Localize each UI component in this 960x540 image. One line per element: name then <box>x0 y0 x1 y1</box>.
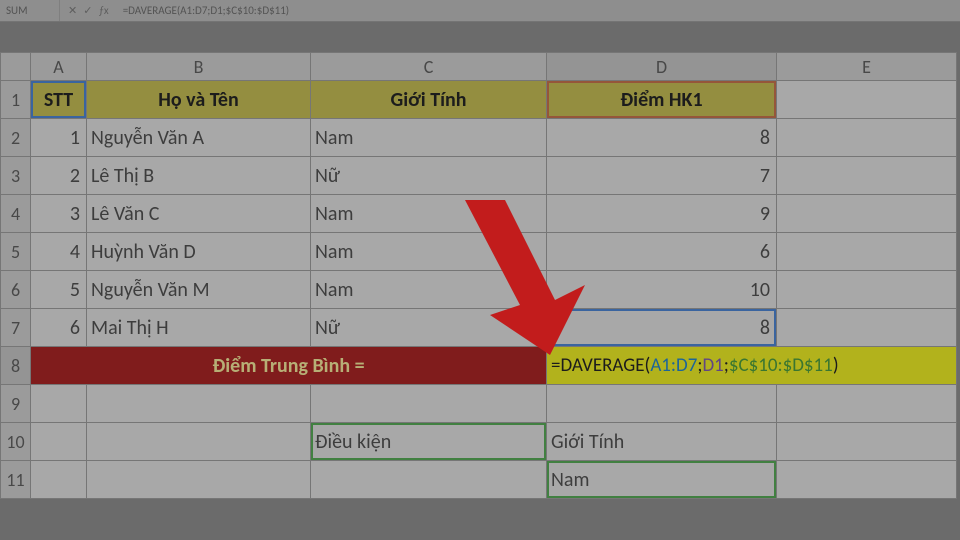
cell-B2[interactable]: Nguyễn Văn A <box>87 119 311 157</box>
formula-bar: SUM ✕ ✓ ƒx =DAVERAGE(A1:D7;D1;$C$10:$D$1… <box>0 0 960 22</box>
cell-A9[interactable] <box>31 385 87 423</box>
cell-D4[interactable]: 9 <box>547 195 777 233</box>
row-header-10[interactable]: 10 <box>1 423 31 461</box>
row-header-2[interactable]: 2 <box>1 119 31 157</box>
cell-A11[interactable] <box>31 461 87 499</box>
spreadsheet-grid[interactable]: A B C D E 1 STT Họ và Tên Giới Tính Điểm… <box>0 52 960 540</box>
cell-E10[interactable] <box>777 423 957 461</box>
cell-B4[interactable]: Lê Văn C <box>87 195 311 233</box>
cell-C5[interactable]: Nam <box>311 233 547 271</box>
enter-icon[interactable]: ✓ <box>83 4 92 17</box>
cell-E6[interactable] <box>777 271 957 309</box>
col-header-B[interactable]: B <box>87 53 311 81</box>
cell-E1[interactable] <box>777 81 957 119</box>
formula-range2: D1 <box>702 354 723 377</box>
row-header-6[interactable]: 6 <box>1 271 31 309</box>
formula-range3: $C$10:$D$11 <box>729 354 833 377</box>
row-header-11[interactable]: 11 <box>1 461 31 499</box>
col-header-E[interactable]: E <box>777 53 957 81</box>
cell-D2[interactable]: 8 <box>547 119 777 157</box>
col-header-D[interactable]: D <box>547 53 777 81</box>
cell-A4[interactable]: 3 <box>31 195 87 233</box>
cell-E7[interactable] <box>777 309 957 347</box>
col-header-C[interactable]: C <box>311 53 547 81</box>
cell-D1[interactable]: Điểm HK1 <box>547 81 777 119</box>
cell-A3[interactable]: 2 <box>31 157 87 195</box>
row-header-7[interactable]: 7 <box>1 309 31 347</box>
col-header-A[interactable]: A <box>31 53 87 81</box>
row-header-5[interactable]: 5 <box>1 233 31 271</box>
cell-B10[interactable] <box>87 423 311 461</box>
cell-A5[interactable]: 4 <box>31 233 87 271</box>
cell-C7[interactable]: Nữ <box>311 309 547 347</box>
row-header-9[interactable]: 9 <box>1 385 31 423</box>
cell-A2[interactable]: 1 <box>31 119 87 157</box>
cell-B5[interactable]: Huỳnh Văn D <box>87 233 311 271</box>
cell-B11[interactable] <box>87 461 311 499</box>
select-all-corner[interactable] <box>1 53 31 81</box>
cell-E2[interactable] <box>777 119 957 157</box>
row-header-8[interactable]: 8 <box>1 347 31 385</box>
cell-E9[interactable] <box>777 385 957 423</box>
cell-E11[interactable] <box>777 461 957 499</box>
row-header-1[interactable]: 1 <box>1 81 31 119</box>
cell-D5[interactable]: 6 <box>547 233 777 271</box>
cell-C11[interactable] <box>311 461 547 499</box>
cell-A10[interactable] <box>31 423 87 461</box>
cell-D9[interactable] <box>547 385 777 423</box>
cell-A6[interactable]: 5 <box>31 271 87 309</box>
formula-cell-D8[interactable]: =DAVERAGE(A1:D7;D1;$C$10:$D$11) <box>547 347 957 385</box>
cell-A1[interactable]: STT <box>31 81 87 119</box>
formula-range1: A1:D7 <box>650 354 697 377</box>
cell-C1[interactable]: Giới Tính <box>311 81 547 119</box>
cell-C10[interactable]: Điều kiện <box>311 423 547 461</box>
cell-B9[interactable] <box>87 385 311 423</box>
formula-bar-input[interactable]: =DAVERAGE(A1:D7;D1;$C$10:$D$11) <box>117 4 289 17</box>
formula-close: ) <box>833 354 839 377</box>
formula-fn: DAVERAGE <box>560 354 644 377</box>
cell-D3[interactable]: 7 <box>547 157 777 195</box>
cell-B6[interactable]: Nguyễn Văn M <box>87 271 311 309</box>
cell-E3[interactable] <box>777 157 957 195</box>
cell-A7[interactable]: 6 <box>31 309 87 347</box>
row-header-3[interactable]: 3 <box>1 157 31 195</box>
cell-C6[interactable]: Nam <box>311 271 547 309</box>
cancel-icon[interactable]: ✕ <box>68 4 77 17</box>
cell-B1[interactable]: Họ và Tên <box>87 81 311 119</box>
formula-bar-buttons: ✕ ✓ ƒx <box>60 4 117 17</box>
cell-B7[interactable]: Mai Thị H <box>87 309 311 347</box>
cell-D6[interactable]: 10 <box>547 271 777 309</box>
fx-icon[interactable]: ƒx <box>98 4 108 17</box>
cell-C4[interactable]: Nam <box>311 195 547 233</box>
name-box[interactable]: SUM <box>0 0 60 21</box>
cell-C9[interactable] <box>311 385 547 423</box>
cell-B3[interactable]: Lê Thị B <box>87 157 311 195</box>
avg-label-cell[interactable]: Điểm Trung Bình = <box>31 347 547 385</box>
cell-D10[interactable]: Giới Tính <box>547 423 777 461</box>
cell-E5[interactable] <box>777 233 957 271</box>
cell-D7[interactable]: 8 <box>547 309 777 347</box>
row-header-4[interactable]: 4 <box>1 195 31 233</box>
cell-D11[interactable]: Nam <box>547 461 777 499</box>
cell-E4[interactable] <box>777 195 957 233</box>
cell-C3[interactable]: Nữ <box>311 157 547 195</box>
cell-C2[interactable]: Nam <box>311 119 547 157</box>
